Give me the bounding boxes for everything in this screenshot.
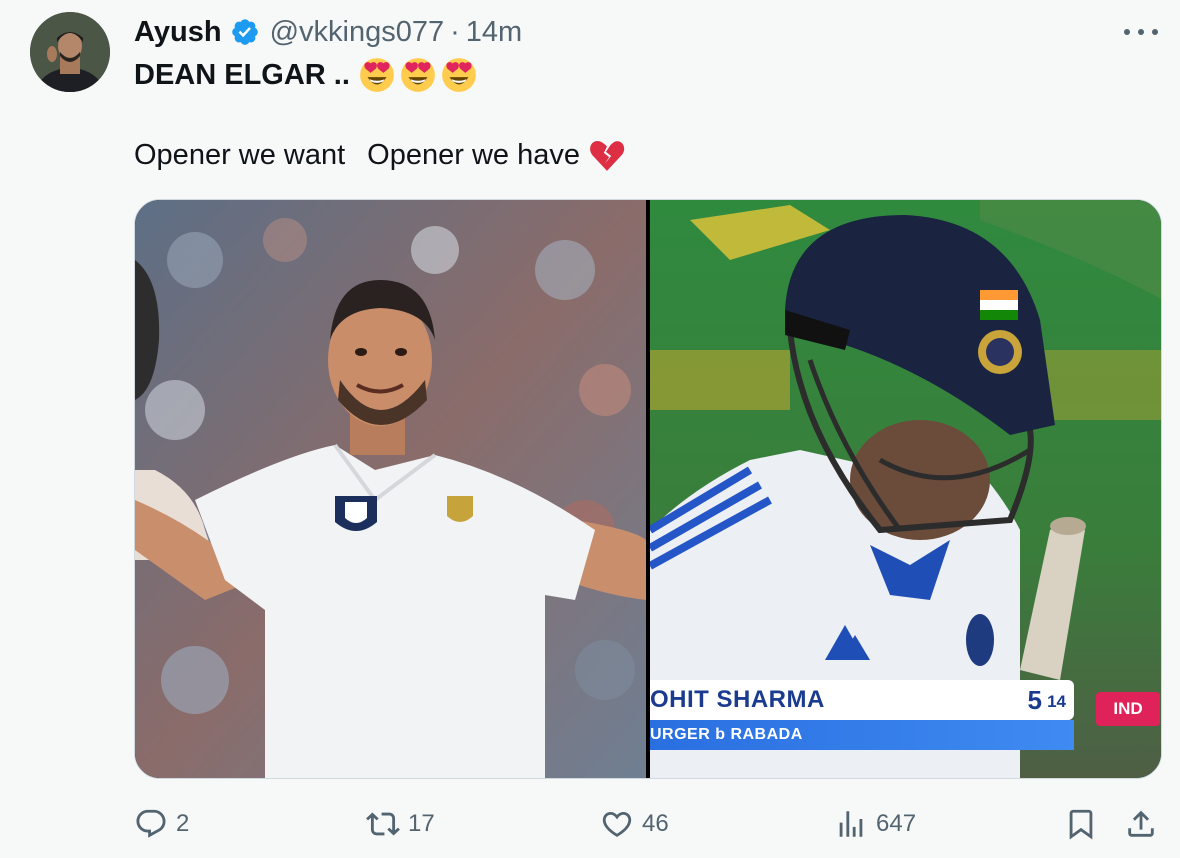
retweet-count: 17 [408, 810, 435, 837]
heart-icon [602, 811, 632, 837]
reply-icon [136, 809, 166, 838]
team-badge: IND [1096, 692, 1160, 726]
bookmark-button[interactable] [1064, 800, 1098, 848]
tweet-text-part1: Opener we want [134, 138, 346, 171]
media-grid[interactable]: OHIT SHARMA 5 14 URGER b RABADA IND [134, 199, 1162, 779]
retweet-button[interactable]: 17 [366, 800, 435, 848]
photo-left[interactable] [135, 200, 646, 778]
heart-eyes-emoji-icon [401, 58, 435, 92]
more-options-icon[interactable] [1124, 22, 1158, 42]
scoreboard-bar: OHIT SHARMA 5 14 [650, 680, 1074, 720]
like-button[interactable]: 46 [600, 800, 669, 848]
action-bar: 2 17 46 647 [134, 800, 1162, 848]
batter-runs: 5 [1027, 684, 1042, 715]
user-handle[interactable]: @vkkings077 [270, 16, 445, 49]
timestamp[interactable]: 14m [466, 16, 522, 49]
like-count: 46 [642, 810, 669, 837]
reply-count: 2 [176, 810, 190, 837]
batter-name: OHIT SHARMA [650, 686, 825, 713]
heart-eyes-emoji-icon [442, 58, 476, 92]
view-count: 647 [876, 810, 917, 837]
bookmark-icon [1069, 809, 1093, 840]
tweet-text-part2: Opener we have [367, 138, 580, 171]
dismissal-text: URGER b RABADA [650, 726, 803, 743]
tweet-text-line1: DEAN ELGAR .. [134, 56, 478, 94]
tweet-text-line2: Opener we want Opener we have [134, 136, 626, 174]
photo-right[interactable]: OHIT SHARMA 5 14 URGER b RABADA IND [650, 200, 1161, 778]
batter-balls: 14 [1047, 692, 1066, 711]
views-button[interactable]: 647 [834, 800, 916, 848]
display-name[interactable]: Ayush [134, 16, 222, 49]
tweet: Ayush @vkkings077 · 14m DEAN ELGAR .. Op… [0, 0, 1180, 858]
emoji-group [358, 56, 478, 94]
heart-eyes-emoji-icon [360, 58, 394, 92]
retweet-icon [366, 812, 400, 836]
analytics-icon [839, 811, 863, 837]
share-icon [1128, 810, 1154, 837]
share-button[interactable] [1124, 800, 1158, 848]
broken-heart-emoji-icon [590, 140, 625, 171]
reply-button[interactable]: 2 [134, 800, 189, 848]
separator-dot: · [450, 15, 460, 48]
tweet-headline: DEAN ELGAR .. [134, 58, 350, 91]
avatar[interactable] [30, 12, 110, 92]
dismissal-bar: URGER b RABADA [650, 720, 1074, 750]
verified-badge-icon [230, 17, 260, 47]
tweet-header: Ayush @vkkings077 · 14m [134, 14, 522, 50]
